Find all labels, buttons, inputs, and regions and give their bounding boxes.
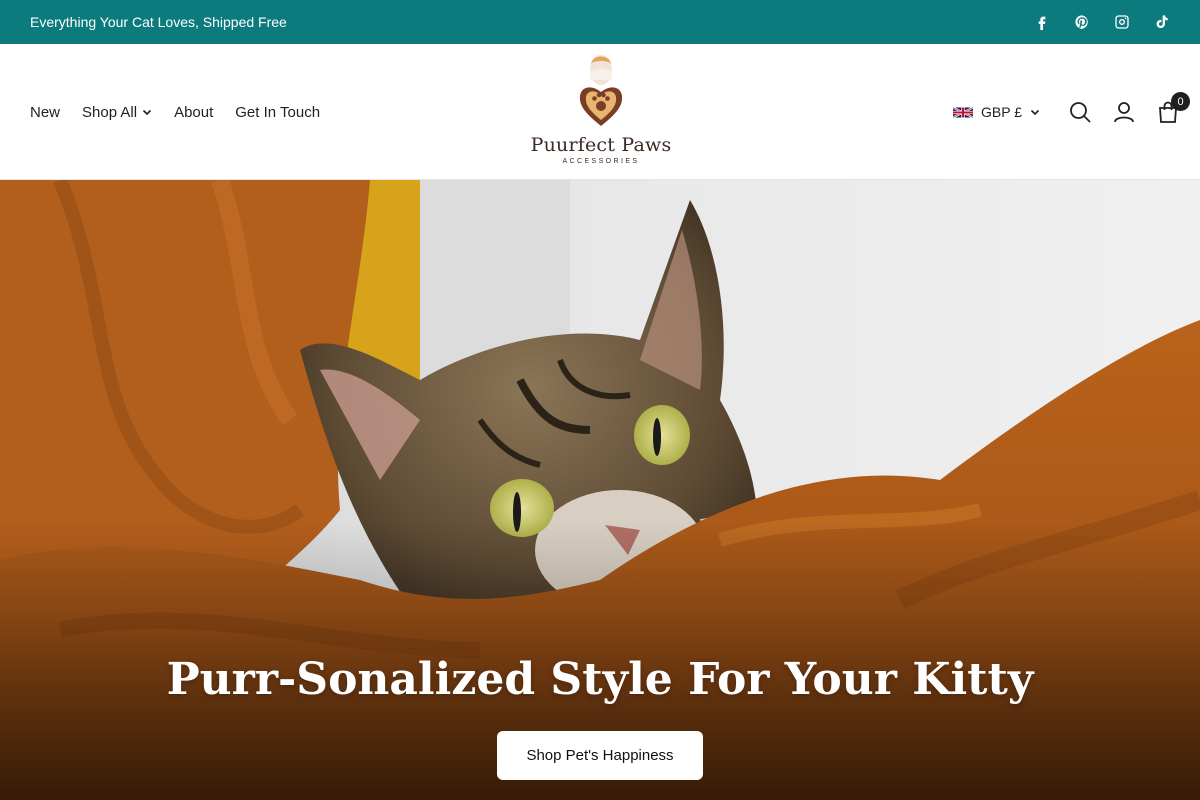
main-nav: New Shop All About Get In Touch <box>30 44 320 180</box>
logo-mark-icon <box>579 55 623 126</box>
cart-count-badge: 0 <box>1171 92 1190 111</box>
tiktok-icon[interactable] <box>1152 12 1172 32</box>
nav-item-label: Shop All <box>82 103 138 121</box>
facebook-icon[interactable] <box>1032 12 1052 32</box>
cart-icon[interactable]: 0 <box>1156 92 1190 124</box>
hero-title: Purr-Sonalized Style For Your Kitty <box>166 654 1034 705</box>
pinterest-icon[interactable] <box>1072 12 1092 32</box>
nav-item-shop-all[interactable]: Shop All <box>82 104 152 121</box>
nav-item-new[interactable]: New <box>30 104 60 121</box>
chevron-down-icon <box>142 109 152 116</box>
logo-tagline: ACCESSORIES <box>562 158 640 165</box>
social-links <box>1032 12 1172 32</box>
nav-item-about[interactable]: About <box>174 104 213 121</box>
announcement-bar: Everything Your Cat Loves, Shipped Free <box>0 0 1200 44</box>
nav-item-label: About <box>174 103 214 121</box>
logo-name: Puurfect Paws <box>530 134 672 156</box>
currency-selector[interactable]: GBP £ <box>953 104 1040 120</box>
uk-flag-icon <box>953 106 973 118</box>
chevron-down-icon <box>1030 109 1040 116</box>
hero-banner: Purr-Sonalized Style For Your Kitty Shop… <box>0 180 1200 800</box>
announcement-text: Everything Your Cat Loves, Shipped Free <box>30 14 287 30</box>
shop-now-button[interactable]: Shop Pet's Happiness <box>497 731 703 780</box>
instagram-icon[interactable] <box>1112 12 1132 32</box>
nav-item-get-in-touch[interactable]: Get In Touch <box>235 104 320 121</box>
search-icon[interactable] <box>1068 100 1092 124</box>
site-header: New Shop All About Get In Touch Puurfect… <box>0 44 1200 180</box>
nav-item-label: Get In Touch <box>235 103 321 121</box>
site-logo[interactable]: Puurfect Paws ACCESSORIES <box>531 50 671 176</box>
currency-label: GBP £ <box>981 104 1022 120</box>
header-tools: GBP £ 0 <box>953 44 1190 180</box>
hero-cat-image <box>0 180 1200 800</box>
account-icon[interactable] <box>1112 100 1136 124</box>
nav-item-label: New <box>30 103 61 121</box>
